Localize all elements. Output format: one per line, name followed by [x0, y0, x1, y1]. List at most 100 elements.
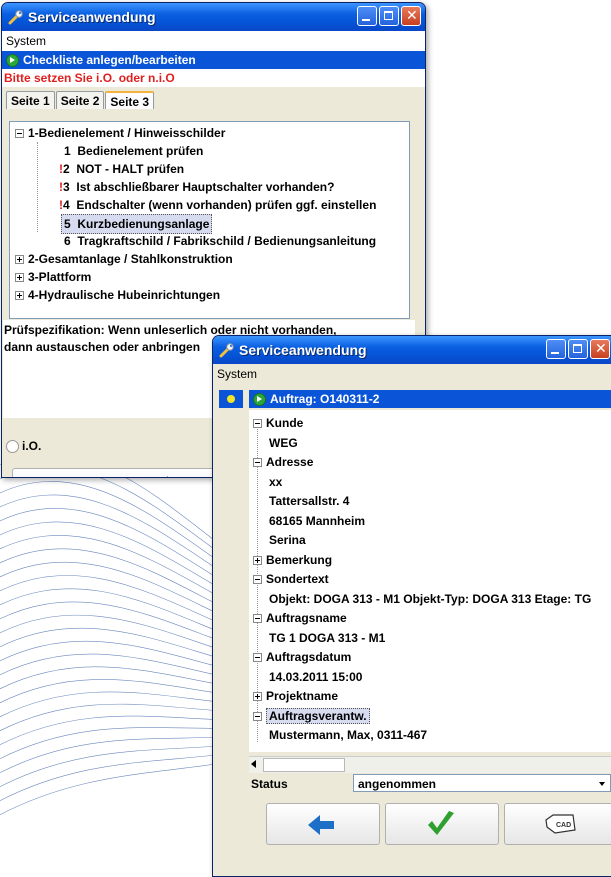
decorative-curve [0, 751, 241, 802]
yellow-dot-icon [227, 395, 235, 403]
row-label: Adresse [266, 455, 314, 469]
tree-value[interactable]: Serina [269, 531, 306, 549]
collapse-icon[interactable] [253, 575, 262, 585]
minimize-icon [362, 19, 370, 21]
scroll-thumb[interactable] [263, 758, 345, 772]
tree-node[interactable]: Kunde [253, 414, 303, 432]
tree-group-4[interactable]: 4-Hydraulische Hubeinrichtungen [15, 286, 220, 304]
cad-hand-icon: CAD [545, 814, 576, 834]
row-label: WEG [269, 435, 298, 450]
scroll-left-icon[interactable] [251, 760, 256, 768]
tree-value[interactable]: TG 1 DOGA 313 - M1 [269, 629, 385, 647]
status-select[interactable]: angenommen [353, 774, 611, 792]
tree-value[interactable]: Mustermann, Max, 0311-467 [269, 726, 427, 744]
back-button[interactable] [266, 803, 380, 845]
row-label: xx [269, 474, 283, 489]
maximize-button[interactable] [379, 6, 399, 26]
expand-icon [15, 291, 24, 301]
tab-seite-2[interactable]: Seite 2 [55, 91, 105, 109]
checklist-item-6[interactable]: 6 Tragkraftschild / Fabrikschild / Bedie… [64, 232, 376, 250]
status-value: angenommen [358, 777, 437, 791]
tree-group-1[interactable]: 1-Bedienelement / Hinweisschilder [15, 124, 225, 142]
checklist-titlebar[interactable]: Serviceanwendung ✕ [2, 3, 425, 31]
tree-guide-line [37, 142, 38, 232]
decorative-curve [0, 759, 241, 816]
decorative-curve [0, 727, 241, 760]
item-label: Tragkraftschild / Fabrikschild / Bedienu… [77, 234, 377, 248]
tree-group-2[interactable]: 2-Gesamtanlage / Stahlkonstruktion [15, 250, 233, 268]
tree-node[interactable]: Projektname [253, 687, 338, 705]
radio-circle [6, 440, 19, 454]
order-window: Serviceanwendung ✕ System Auftrag: O1403… [212, 335, 611, 877]
close-icon: ✕ [406, 7, 418, 23]
row-label: 68165 Mannheim [269, 513, 366, 528]
item-label: Kurzbedienungsanlage [77, 217, 210, 231]
cad-text: CAD [556, 822, 571, 829]
menu-system[interactable]: System [2, 31, 425, 51]
horizontal-scrollbar[interactable] [249, 756, 611, 773]
checklist-item-1[interactable]: 1 Bedienelement prüfen [64, 142, 203, 160]
tree-node[interactable]: Bemerkung [253, 551, 332, 569]
tree-node[interactable]: Auftragsdatum [253, 648, 351, 666]
menu-system[interactable]: System [213, 364, 611, 384]
tree-value[interactable]: WEG [269, 434, 298, 452]
tree-value[interactable]: Objekt: DOGA 313 - M1 Objekt-Typ: DOGA 3… [269, 590, 591, 608]
collapse-icon[interactable] [253, 711, 262, 721]
row-label: Auftragsdatum [266, 650, 352, 664]
row-label: Auftragsverantw. [266, 707, 370, 724]
tab-seite-3[interactable]: Seite 3 [105, 91, 155, 109]
expand-icon[interactable] [253, 555, 262, 565]
collapse-icon[interactable] [253, 653, 262, 663]
close-button[interactable]: ✕ [401, 6, 421, 26]
item-number: 6 [64, 234, 71, 248]
expand-icon[interactable] [253, 692, 262, 702]
group-label: 3-Plattform [28, 270, 92, 284]
row-label: Auftragsname [266, 611, 347, 625]
checklist-item-4[interactable]: !4 Endschalter (wenn vorhanden) prüfen g… [59, 196, 376, 214]
io-radio[interactable]: i.O. [6, 439, 41, 454]
checklist-item-2[interactable]: !2 NOT - HALT prüfen [59, 160, 184, 178]
cad-button[interactable]: CAD [504, 803, 611, 845]
decorative-curve [0, 640, 241, 673]
decorative-curve [0, 715, 241, 746]
order-header[interactable]: Auftrag: O140311-2 [249, 390, 611, 408]
order-details-tree: Kunde WEG Adresse xx Tattersallstr. 4 68165 M… [249, 410, 611, 752]
maximize-button[interactable] [568, 339, 588, 359]
tree-node[interactable]: Sondertext [253, 570, 329, 588]
close-button[interactable]: ✕ [590, 339, 610, 359]
minimize-button[interactable] [546, 339, 566, 359]
tree-value[interactable]: 68165 Mannheim [269, 512, 365, 530]
tab-strip: Seite 1 Seite 2 Seite 3 [2, 87, 425, 109]
row-label: Bemerkung [266, 552, 333, 567]
play-icon [6, 53, 19, 67]
row-label: TG 1 DOGA 313 - M1 [269, 630, 386, 645]
item-number: 3 [63, 180, 70, 194]
decorative-curve [0, 691, 241, 718]
item-number: 4 [63, 198, 70, 212]
tab-seite-1[interactable]: Seite 1 [6, 91, 55, 109]
tree-group-3[interactable]: 3-Plattform [15, 268, 91, 286]
collapse-icon[interactable] [253, 419, 262, 429]
chevron-down-icon [599, 782, 605, 786]
collapse-icon [15, 129, 24, 139]
arrow-left-icon [308, 815, 334, 835]
decorative-curve [0, 548, 241, 617]
wrench-icon [219, 343, 234, 358]
collapse-icon[interactable] [253, 614, 262, 624]
tree-value[interactable]: Tattersallstr. 4 [269, 492, 349, 510]
group-label: 2-Gesamtanlage / Stahlkonstruktion [28, 252, 233, 266]
tree-value[interactable]: 14.03.2011 15:00 [269, 668, 362, 686]
tree-node[interactable]: Auftragsverantw. [253, 707, 370, 725]
tree-node[interactable]: Auftragsname [253, 609, 347, 627]
checklist-header: Checkliste anlegen/bearbeiten [2, 51, 425, 69]
minimize-button[interactable] [357, 6, 377, 26]
tree-value[interactable]: xx [269, 473, 282, 491]
checklist-item-5[interactable]: 5 Kurzbedienungsanlage [61, 214, 213, 234]
order-titlebar[interactable]: Serviceanwendung ✕ [213, 336, 611, 364]
confirm-button[interactable] [385, 803, 499, 845]
decorative-curve [0, 575, 241, 633]
decorative-curve [0, 494, 241, 585]
checklist-item-3[interactable]: !3 Ist abschließbarer Hauptschalter vorh… [59, 178, 334, 196]
tree-node[interactable]: Adresse [253, 453, 313, 471]
collapse-icon[interactable] [253, 458, 262, 468]
